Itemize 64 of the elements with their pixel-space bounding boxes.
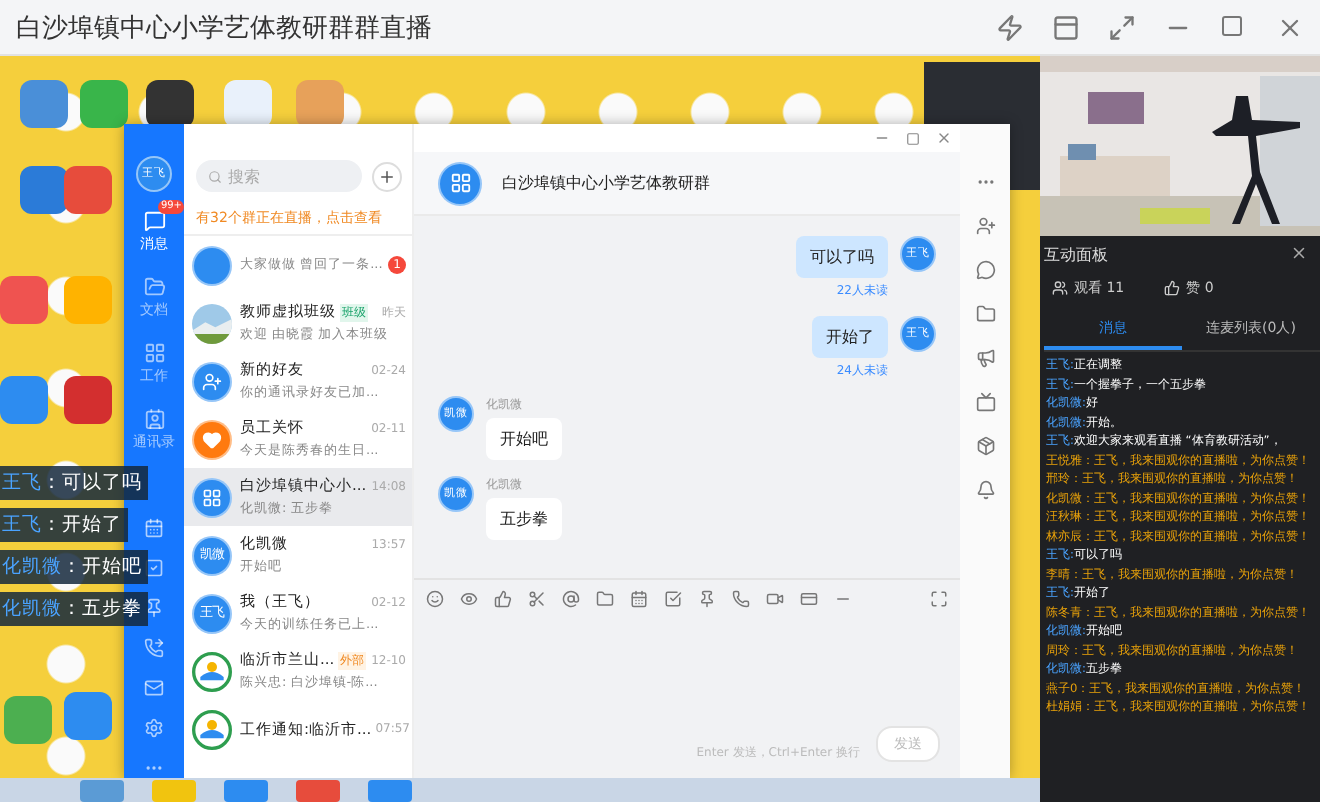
search-field[interactable]: 搜索 bbox=[196, 160, 362, 192]
close-icon[interactable] bbox=[936, 130, 952, 146]
side-tool-icon[interactable] bbox=[975, 480, 995, 500]
expand-icon[interactable] bbox=[930, 590, 948, 608]
toolbar-icon[interactable] bbox=[630, 590, 648, 608]
toolbar-icon[interactable] bbox=[732, 590, 750, 608]
mail-icon[interactable] bbox=[144, 678, 164, 698]
lightning-icon[interactable] bbox=[996, 13, 1024, 41]
add-button[interactable] bbox=[372, 161, 402, 191]
danmaku-comment: 王飞：开始了 bbox=[0, 508, 128, 542]
maximize-icon[interactable] bbox=[906, 131, 920, 145]
people-icon bbox=[1052, 280, 1068, 296]
danmaku-comment: 化凯微：五步拳 bbox=[0, 592, 148, 626]
pin-icon[interactable] bbox=[144, 598, 164, 618]
side-tool-icon[interactable] bbox=[975, 260, 995, 280]
calendar-icon[interactable] bbox=[144, 518, 164, 538]
person-add-avatar bbox=[192, 361, 232, 401]
side-tool-icon[interactable] bbox=[975, 304, 995, 324]
taskbar-icon[interactable] bbox=[296, 779, 340, 801]
danmaku-comment: 化凯微：开始吧 bbox=[0, 550, 148, 584]
side-tool-icon[interactable] bbox=[975, 392, 995, 412]
toolbar-icon[interactable] bbox=[800, 590, 818, 608]
logo-avatar-icon bbox=[192, 651, 232, 691]
user-avatar bbox=[192, 245, 232, 285]
toolbar-icon[interactable] bbox=[528, 590, 546, 608]
group-avatar bbox=[438, 161, 482, 205]
taskbar-icon[interactable] bbox=[80, 779, 124, 801]
message-icon bbox=[143, 210, 165, 232]
heart-avatar bbox=[192, 419, 232, 459]
phone-icon[interactable] bbox=[144, 638, 164, 658]
side-tool-icon[interactable] bbox=[975, 436, 995, 456]
app-icon[interactable] bbox=[146, 80, 194, 128]
fullscreen-icon[interactable] bbox=[1108, 13, 1136, 41]
plus-icon bbox=[378, 167, 396, 185]
grid-icon bbox=[143, 342, 165, 364]
chat-title: 白沙埠镇中心小学艺体教研群 bbox=[502, 172, 710, 194]
toolbar-icon[interactable] bbox=[426, 590, 444, 608]
toolbar-icon[interactable] bbox=[494, 590, 512, 608]
toolbar-icon[interactable] bbox=[460, 590, 478, 608]
window-icon[interactable] bbox=[1052, 13, 1080, 41]
taskbar-icon[interactable] bbox=[224, 779, 268, 801]
message-bubble: 可以了吗 bbox=[796, 236, 888, 278]
contact-icon bbox=[143, 408, 165, 430]
message-bubble: 开始了 bbox=[812, 316, 888, 358]
toolbar-icon[interactable] bbox=[664, 590, 682, 608]
thumbs-up-icon bbox=[1164, 280, 1181, 296]
message-bubble: 五步拳 bbox=[486, 498, 562, 540]
window-title: 白沙埠镇中心小学艺体教研群群直播 bbox=[16, 11, 434, 45]
logo-avatar-icon bbox=[192, 709, 232, 749]
maximize-icon[interactable] bbox=[1220, 13, 1248, 41]
side-tool-icon[interactable] bbox=[975, 216, 995, 236]
toolbar-icon[interactable] bbox=[766, 590, 784, 608]
settings-icon[interactable] bbox=[144, 718, 164, 738]
search-icon bbox=[208, 169, 222, 183]
folder-icon bbox=[143, 276, 165, 298]
message-bubble: 开始吧 bbox=[486, 418, 562, 460]
toolbar-icon[interactable] bbox=[698, 590, 716, 608]
toolbar-icon[interactable] bbox=[596, 590, 614, 608]
side-tool-icon[interactable] bbox=[975, 348, 995, 368]
danmaku-comment: 王飞：可以了吗 bbox=[0, 466, 148, 500]
taskbar-icon[interactable] bbox=[368, 779, 412, 801]
panel-title: 互动面板 bbox=[1044, 244, 1108, 266]
group-avatar bbox=[192, 477, 232, 517]
toolbar-icon[interactable] bbox=[562, 590, 580, 608]
